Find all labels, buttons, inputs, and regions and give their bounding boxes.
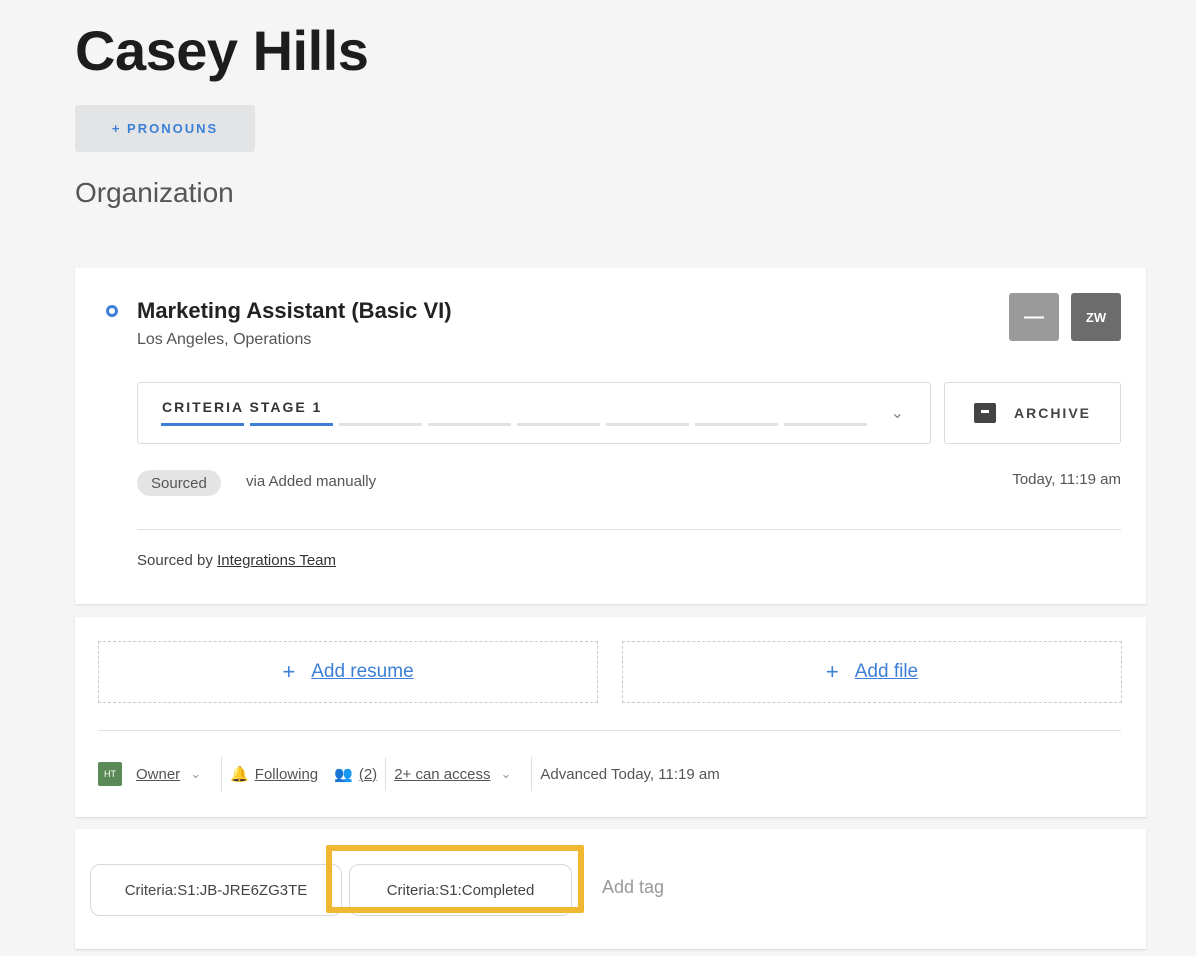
followers-icon: 👥: [334, 766, 353, 783]
separator: [531, 757, 533, 791]
sourced-by: Sourced by Integrations Team: [137, 552, 336, 569]
stage-segment: [428, 423, 511, 426]
stage-label: CRITERIA STAGE 1: [162, 399, 323, 415]
followers-count[interactable]: (2): [359, 766, 377, 783]
add-resume-link[interactable]: Add resume: [311, 661, 413, 683]
bell-icon: 🔔: [230, 766, 249, 783]
stage-dropdown[interactable]: CRITERIA STAGE 1 ⌄: [137, 382, 931, 444]
stage-segment: [339, 423, 422, 426]
candidate-name: Casey Hills: [75, 19, 369, 82]
divider: [137, 529, 1121, 530]
source-badge: Sourced: [137, 470, 221, 496]
job-card: Marketing Assistant (Basic VI) Los Angel…: [75, 268, 1146, 604]
chevron-down-icon[interactable]: ⌄: [190, 766, 201, 782]
archive-label: ARCHIVE: [1013, 405, 1091, 421]
stage-segment: [517, 423, 600, 426]
add-tag-input[interactable]: Add tag: [602, 877, 664, 898]
archive-icon: [973, 403, 996, 423]
tags-card: Criteria:S1:JB-JRE6ZG3TE Criteria:S1:Com…: [75, 829, 1146, 949]
separator: [221, 757, 223, 791]
job-title[interactable]: Marketing Assistant (Basic VI): [137, 298, 452, 324]
tag-chip[interactable]: Criteria:S1:JB-JRE6ZG3TE: [90, 864, 342, 916]
meta-row: HT Owner ⌄ 🔔 Following 👥 (2) 2+ can acce…: [98, 757, 720, 791]
stage-segment: [161, 423, 244, 426]
following-toggle[interactable]: Following: [255, 766, 318, 783]
stage-segment: [784, 423, 867, 426]
job-location: Los Angeles, Operations: [137, 331, 312, 348]
stage-progress: [161, 423, 867, 426]
add-file-dropzone[interactable]: + Add file: [622, 641, 1122, 703]
chevron-down-icon[interactable]: ⌄: [501, 766, 512, 782]
job-status-icon: [106, 305, 118, 317]
archive-button[interactable]: ARCHIVE: [944, 382, 1121, 444]
plus-icon: +: [282, 659, 296, 684]
owner-avatar: HT: [98, 762, 122, 786]
sourced-by-prefix: Sourced by: [137, 552, 213, 569]
add-file-link[interactable]: Add file: [855, 661, 918, 683]
advanced-timestamp: Advanced Today, 11:19 am: [540, 765, 720, 783]
stage-segment: [606, 423, 689, 426]
timestamp: Today, 11:19 am: [1012, 471, 1121, 488]
divider: [98, 730, 1121, 731]
add-resume-dropzone[interactable]: + Add resume: [98, 641, 598, 703]
files-card: + Add resume + Add file HT Owner ⌄ 🔔 Fol…: [75, 617, 1146, 817]
plus-icon: +: [825, 659, 839, 684]
separator: [385, 757, 387, 791]
add-pronouns-button[interactable]: + PRONOUNS: [75, 105, 255, 152]
source-via: via Added manually: [246, 473, 377, 490]
owner-dropdown[interactable]: Owner: [136, 766, 180, 783]
organization-label: Organization: [75, 177, 234, 208]
access-dropdown[interactable]: 2+ can access: [394, 766, 490, 783]
collapse-button[interactable]: —: [1009, 293, 1059, 341]
chevron-down-icon: ⌄: [890, 405, 904, 422]
highlight-box: [326, 845, 584, 913]
assignee-avatar-button[interactable]: ZW: [1071, 293, 1121, 341]
stage-segment: [695, 423, 778, 426]
sourced-by-link[interactable]: Integrations Team: [217, 552, 336, 569]
stage-segment: [250, 423, 333, 426]
